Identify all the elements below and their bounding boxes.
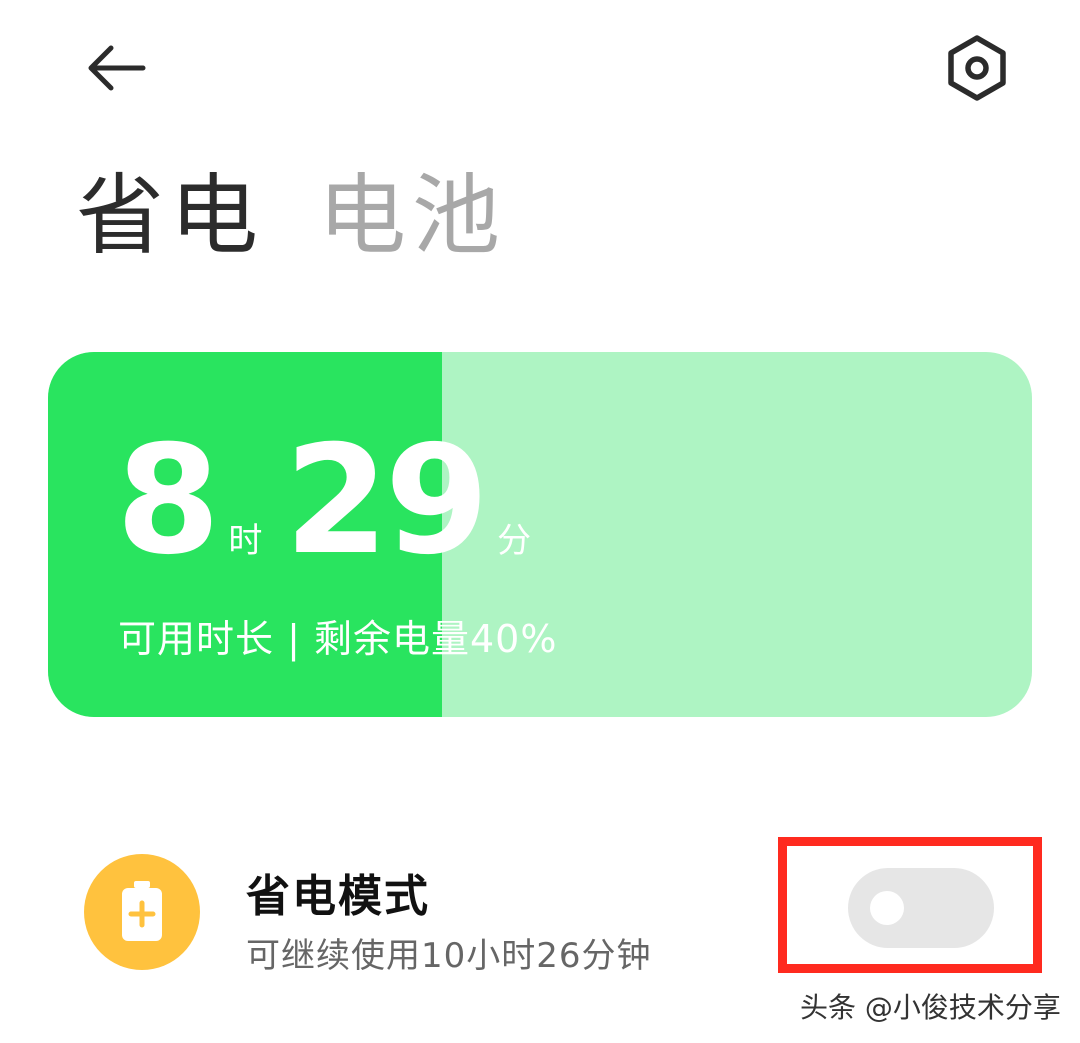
battery-card: 8 时 29 分 可用时长 | 剩余电量40%: [48, 352, 1032, 717]
settings-button[interactable]: [938, 32, 1016, 104]
watermark: 头条 @小俊技术分享: [800, 991, 1061, 1024]
battery-time-remaining: 8 时 29 分: [116, 426, 553, 576]
hours-unit: 时: [228, 521, 263, 561]
power-saving-title: 省电模式: [246, 871, 430, 922]
back-button[interactable]: [78, 36, 152, 100]
power-saving-icon-badge: [84, 854, 200, 970]
tab-power-saving[interactable]: 省电: [76, 172, 264, 260]
minutes-value: 29: [284, 414, 489, 588]
hours-value: 8: [116, 414, 220, 588]
minutes-unit: 分: [497, 521, 532, 561]
tab-battery[interactable]: 电池: [318, 172, 506, 260]
battery-caption: 可用时长 | 剩余电量40%: [118, 617, 558, 661]
battery-plus-icon: [122, 881, 162, 941]
power-saving-subtitle: 可继续使用10小时26分钟: [246, 936, 652, 976]
highlight-box: [778, 837, 1042, 973]
arrow-left-icon: [88, 45, 146, 91]
gear-hexagon-icon: [948, 35, 1006, 101]
tab-bar: 省电 电池: [76, 172, 506, 260]
